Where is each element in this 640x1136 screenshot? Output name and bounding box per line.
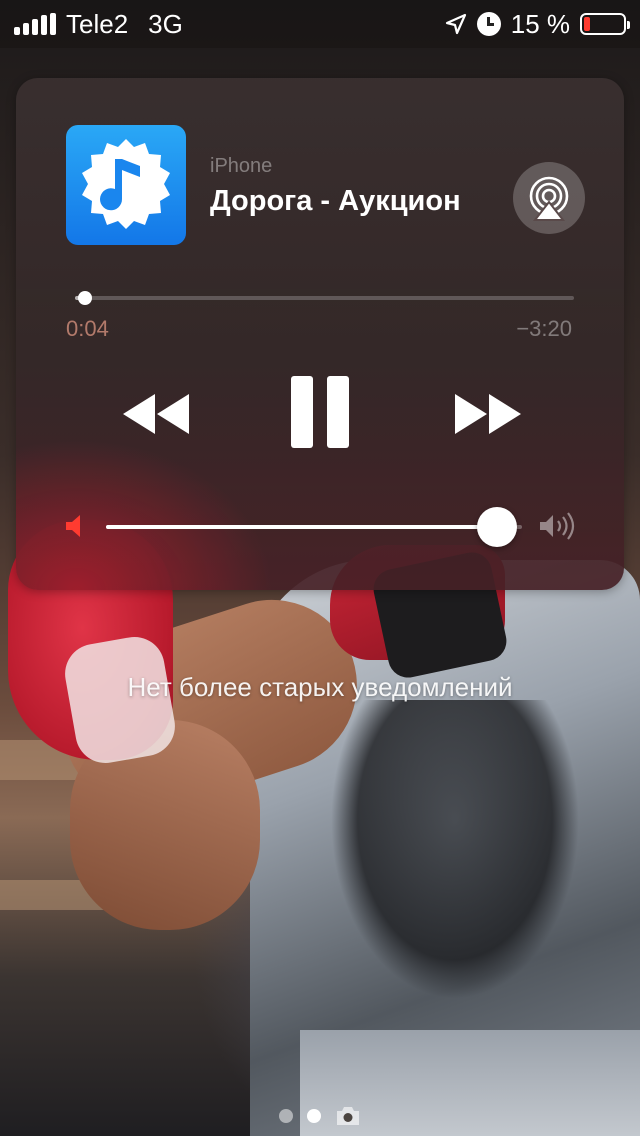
music-note-badge-icon: [82, 139, 170, 229]
location-arrow-icon: [445, 13, 466, 35]
alarm-icon: [476, 12, 501, 36]
fast-forward-button[interactable]: [444, 380, 532, 448]
airplay-icon: [529, 176, 569, 221]
page-indicator[interactable]: [0, 1104, 640, 1128]
signal-icon: [14, 13, 56, 35]
forward-icon: [455, 394, 521, 434]
status-right: 15 %: [445, 8, 630, 40]
volume-min-icon: [66, 515, 80, 537]
scrubber-handle[interactable]: [77, 291, 92, 305]
battery-icon: [580, 13, 630, 35]
elapsed-time: 0:04: [66, 316, 109, 341]
shirt-print: [330, 700, 580, 1000]
playback-scrubber[interactable]: [75, 291, 574, 305]
battery-percent: 15 %: [510, 8, 570, 39]
carrier-name: Tele2: [66, 8, 129, 39]
page-dot-active[interactable]: [307, 1109, 321, 1123]
volume-max-icon: [540, 512, 575, 540]
pause-button[interactable]: [278, 370, 362, 454]
airplay-button[interactable]: [513, 162, 585, 234]
music-note-app-icon[interactable]: [66, 125, 186, 245]
now-playing-widget: iPhone Дорога - Аукцион 0:04 −3:20: [16, 78, 624, 590]
pause-icon: [284, 376, 356, 448]
rewind-icon: [123, 394, 189, 434]
page-dot[interactable]: [279, 1109, 293, 1123]
rewind-button[interactable]: [112, 380, 200, 448]
network-type: 3G: [148, 8, 183, 39]
track-title: Дорога - Аукцион: [210, 185, 461, 217]
battery-level: [584, 17, 590, 31]
volume-level: [106, 525, 498, 529]
volume-slider[interactable]: [106, 507, 522, 547]
output-source-label: iPhone: [210, 155, 273, 177]
remaining-time: −3:20: [516, 316, 572, 341]
camera-icon[interactable]: [335, 1105, 361, 1127]
volume-handle[interactable]: [477, 507, 518, 547]
no-older-notifications-text: Нет более старых уведомлений: [127, 672, 513, 702]
status-bar: Tele2 3G 15 %: [0, 0, 640, 48]
status-left: Tele2 3G: [14, 9, 183, 40]
